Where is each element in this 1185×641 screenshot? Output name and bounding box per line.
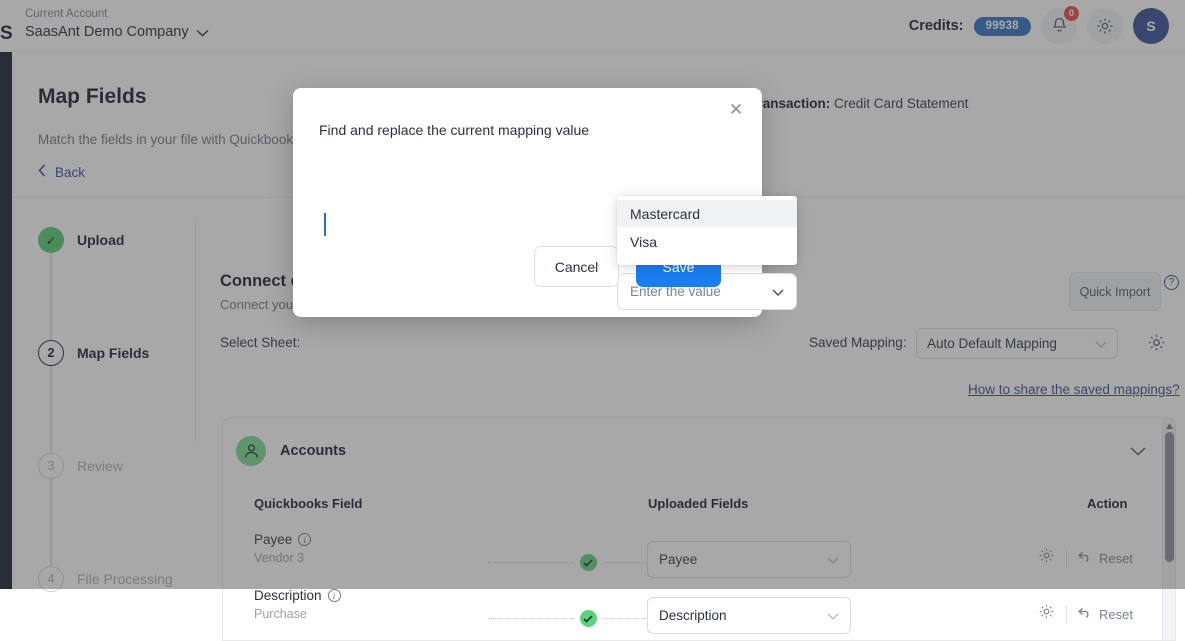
modal-search-input[interactable] xyxy=(324,185,504,222)
modal-description: Find and replace the current mapping val… xyxy=(319,122,589,138)
quickbooks-field-name: Description xyxy=(254,588,322,603)
row-settings-button[interactable] xyxy=(1038,603,1055,625)
uploaded-field-select[interactable]: Description xyxy=(647,597,851,634)
cancel-button[interactable]: Cancel xyxy=(534,246,619,287)
uploaded-field-value: Description xyxy=(659,608,727,623)
action-divider xyxy=(1066,605,1067,624)
dropdown-option-visa[interactable]: Visa xyxy=(617,228,797,255)
find-replace-modal: ✕ Find and replace the current mapping v… xyxy=(293,88,762,317)
info-icon[interactable]: i xyxy=(328,589,341,602)
table-row: Description i Purchase Description xyxy=(223,588,1175,641)
dropdown-option-mastercard[interactable]: Mastercard xyxy=(617,200,797,227)
close-icon[interactable]: ✕ xyxy=(726,100,746,120)
chevron-down-icon xyxy=(827,608,839,623)
connector-dots-left xyxy=(488,618,574,619)
quickbooks-field-sample: Purchase xyxy=(254,607,341,621)
check-circle-icon xyxy=(580,610,597,627)
reset-button[interactable]: Reset xyxy=(1078,607,1133,622)
text-caret xyxy=(324,213,326,236)
chevron-down-icon xyxy=(772,284,784,299)
undo-arrow-icon xyxy=(1078,607,1092,622)
quickbooks-field-cell: Description i Purchase xyxy=(254,588,341,621)
reset-label: Reset xyxy=(1099,607,1133,622)
value-dropdown-list: Mastercard Visa xyxy=(617,196,797,265)
row-actions: Reset xyxy=(1038,603,1133,625)
